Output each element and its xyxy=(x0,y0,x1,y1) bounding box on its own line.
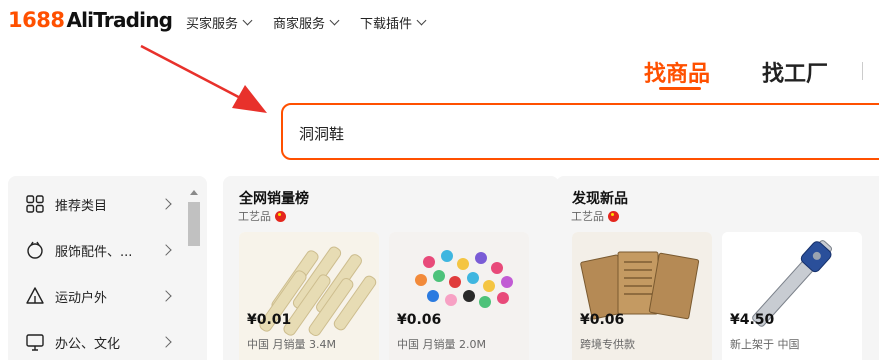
sidebar-item-apparel[interactable]: 服饰配件、... xyxy=(8,230,188,270)
panel-top-sellers: 全网销量榜 工艺品 ¥0.01 中国 月销量 3.4M ¥0.06 中国 月销量… xyxy=(223,176,559,360)
chevron-right-icon xyxy=(160,198,172,210)
product-card[interactable]: ¥0.06 中国 月销量 2.0M xyxy=(389,232,529,360)
category-sidebar: 推荐类目 服饰配件、... 运动户外 办公、文化 xyxy=(8,176,207,360)
chevron-right-icon xyxy=(160,244,172,256)
logo[interactable]: 1688 AliTrading xyxy=(8,8,173,38)
panel-new-products: 发现新品 工艺品 ¥0.06 跨境专供款 ¥4.50 新上架于 中国 xyxy=(556,176,879,360)
top-nav: 买家服务 商家服务 下载插件 xyxy=(186,13,427,32)
panel-title[interactable]: 全网销量榜 xyxy=(239,188,309,208)
nav-label: 商家服务 xyxy=(273,17,326,32)
panel-subtitle: 工艺品 xyxy=(238,208,286,224)
sidebar-item-label: 办公、文化 xyxy=(55,336,121,352)
product-card[interactable]: ¥4.50 新上架于 中国 xyxy=(722,232,862,360)
sidebar-item-outdoor[interactable]: 运动户外 xyxy=(8,276,188,316)
product-card[interactable]: ¥0.01 中国 月销量 3.4M xyxy=(239,232,379,360)
sidebar-item-label: 服饰配件、... xyxy=(55,244,133,260)
chevron-down-icon xyxy=(416,15,427,26)
chevron-down-icon xyxy=(242,15,253,26)
sidebar-scrollbar[interactable] xyxy=(187,186,201,360)
nav-seller-services[interactable]: 商家服务 xyxy=(273,13,340,32)
sidebar-item-office[interactable]: 办公、文化 xyxy=(8,322,188,360)
product-price: ¥4.50 xyxy=(730,312,775,328)
search-input[interactable] xyxy=(299,122,859,144)
tab-find-factory[interactable]: 找工厂 xyxy=(762,56,828,88)
scroll-up-icon[interactable] xyxy=(190,190,198,195)
product-meta: 跨境专供款 xyxy=(580,338,635,351)
sidebar-item-label: 运动户外 xyxy=(55,290,108,306)
scroll-thumb[interactable] xyxy=(188,202,200,246)
nav-label: 下载插件 xyxy=(360,17,413,32)
tab-divider xyxy=(862,62,863,80)
product-price: ¥0.01 xyxy=(247,312,292,328)
page-root: 1688 AliTrading 买家服务 商家服务 下载插件 找商品 找工厂 洞… xyxy=(0,0,879,360)
logo-number: 1688 xyxy=(8,8,65,32)
monitor-icon xyxy=(26,334,44,351)
nav-download-plugin[interactable]: 下载插件 xyxy=(360,13,427,32)
logo-brand: AliTrading xyxy=(66,8,173,32)
active-tab-indicator xyxy=(659,87,701,90)
panel-title[interactable]: 发现新品 xyxy=(572,188,628,208)
product-price: ¥0.06 xyxy=(580,312,625,328)
apparel-icon xyxy=(27,241,43,259)
chevron-right-icon xyxy=(160,290,172,302)
grid-icon xyxy=(26,195,44,213)
panel-subtitle: 工艺品 xyxy=(571,208,619,224)
panel-category: 工艺品 xyxy=(238,210,271,223)
search-box xyxy=(281,103,879,160)
nav-label: 买家服务 xyxy=(186,17,239,32)
china-flag-icon xyxy=(608,210,619,222)
product-meta: 中国 月销量 3.4M xyxy=(247,338,336,351)
nav-buyer-services[interactable]: 买家服务 xyxy=(186,13,253,32)
sidebar-item-label: 推荐类目 xyxy=(55,198,108,214)
sidebar-item-recommended[interactable]: 推荐类目 xyxy=(8,184,188,224)
chevron-down-icon xyxy=(329,15,340,26)
china-flag-icon xyxy=(275,210,286,222)
product-meta: 中国 月销量 2.0M xyxy=(397,338,486,351)
product-card[interactable]: ¥0.06 跨境专供款 xyxy=(572,232,712,360)
product-meta: 新上架于 中国 xyxy=(730,338,800,351)
chevron-right-icon xyxy=(160,336,172,348)
panel-category: 工艺品 xyxy=(571,210,604,223)
product-price: ¥0.06 xyxy=(397,312,442,328)
tab-find-products[interactable]: 找商品 xyxy=(644,56,710,88)
tent-icon xyxy=(26,287,44,304)
